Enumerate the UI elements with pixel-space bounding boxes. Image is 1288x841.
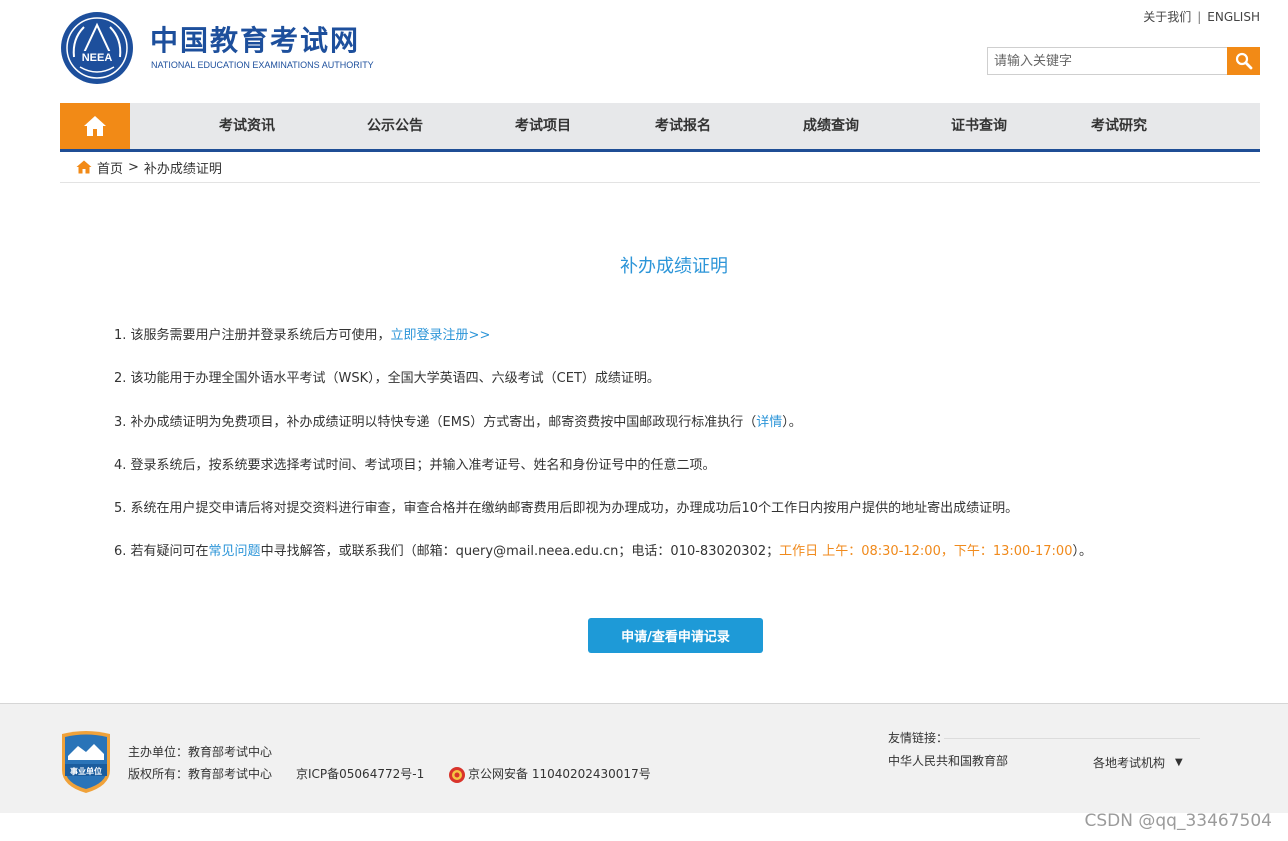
police-emblem-icon bbox=[449, 767, 465, 783]
nav-item-exam-projects[interactable]: 考试项目 bbox=[515, 103, 571, 149]
nav-item-announcements[interactable]: 公示公告 bbox=[367, 103, 423, 149]
home-icon bbox=[84, 116, 106, 136]
item-text-tail: ）。 bbox=[1072, 544, 1092, 560]
logo-text: NEEA bbox=[82, 52, 113, 64]
item-text: 5. 系统在用户提交申请后将对提交资料进行审查，审查合格并在缴纳邮寄费用后即视为… bbox=[114, 501, 1019, 517]
faq-link[interactable]: 常见问题 bbox=[209, 544, 261, 559]
breadcrumb-separator: > bbox=[128, 159, 139, 175]
item-text-contact: 中寻找解答，或联系我们（邮箱：query@mail.neea.edu.cn；电话… bbox=[260, 544, 780, 560]
item-text: 2. 该功能用于办理全国外语水平考试（WSK），全国大学英语四、六级考试（CET… bbox=[114, 371, 660, 387]
footer-police-link[interactable]: 京公网安备 11040202430017号 bbox=[468, 766, 651, 782]
search-icon bbox=[1235, 52, 1252, 70]
footer-host: 主办单位：教育部考试中心 bbox=[128, 745, 273, 759]
working-hours: 工作日 上午：08:30-12:00，下午：13:00-17:00 bbox=[779, 544, 1073, 560]
item-text: 4. 登录系统后，按系统要求选择考试时间、考试项目；并输入准考证号、姓名和身份证… bbox=[114, 457, 716, 473]
caret-down-icon: ▼ bbox=[1175, 757, 1183, 768]
details-link[interactable]: 详情 bbox=[756, 415, 782, 430]
nav-underline bbox=[60, 149, 1260, 152]
breadcrumb-divider bbox=[60, 182, 1260, 183]
apply-view-records-button[interactable]: 申请/查看申请记录 bbox=[588, 618, 763, 653]
about-us-link[interactable]: 关于我们 bbox=[1143, 9, 1191, 25]
item-text-tail: ）。 bbox=[782, 414, 802, 430]
list-item: 6. 若有疑问可在常见问题中寻找解答，或联系我们（邮箱：query@mail.n… bbox=[114, 542, 1234, 562]
nav-item-score-query[interactable]: 成绩查询 bbox=[803, 103, 859, 149]
public-institution-badge-icon[interactable]: 事业单位 bbox=[60, 730, 112, 794]
item-text: 3. 补办成绩证明为免费项目，补办成绩证明以特快专递（EMS）方式寄出，邮寄资费… bbox=[114, 414, 757, 430]
nav-item-exam-research[interactable]: 考试研究 bbox=[1091, 103, 1147, 149]
search-button[interactable] bbox=[1227, 47, 1260, 75]
friend-links-title: 友情链接： bbox=[888, 731, 949, 745]
watermark: CSDN @qq_33467504 bbox=[1084, 811, 1272, 831]
top-links: 关于我们 | ENGLISH bbox=[1143, 9, 1260, 25]
english-link[interactable]: ENGLISH bbox=[1207, 9, 1260, 25]
brand-subtitle: NATIONAL EDUCATION EXAMINATIONS AUTHORIT… bbox=[151, 60, 374, 70]
top-link-separator: | bbox=[1197, 10, 1202, 24]
item-text: 1. 该服务需要用户注册并登录系统后方可使用， bbox=[114, 328, 391, 343]
page-title: 补办成绩证明 bbox=[620, 256, 728, 277]
badge-text: 事业单位 bbox=[70, 766, 102, 776]
friend-links-divider bbox=[944, 738, 1200, 739]
nav-home-button[interactable] bbox=[60, 103, 130, 149]
footer-icp-link[interactable]: 京ICP备05064772号-1 bbox=[296, 766, 424, 782]
dropdown-label: 各地考试机构 bbox=[1093, 756, 1166, 770]
neea-logo-icon[interactable]: NEEA bbox=[60, 11, 134, 85]
instruction-list: 1. 该服务需要用户注册并登录系统后方可使用，立即登录注册>> 2. 该功能用于… bbox=[114, 326, 1234, 586]
list-item: 4. 登录系统后，按系统要求选择考试时间、考试项目；并输入准考证号、姓名和身份证… bbox=[114, 456, 1234, 476]
local-exam-agencies-dropdown[interactable]: 各地考试机构 ▼ bbox=[1093, 754, 1183, 771]
search-input[interactable] bbox=[987, 47, 1228, 75]
page: NEEA 中国教育考试网 NATIONAL EDUCATION EXAMINAT… bbox=[0, 0, 1288, 841]
footer: 事业单位 主办单位：教育部考试中心 版权所有：教育部考试中心 京ICP备0506… bbox=[0, 703, 1288, 813]
nav-item-registration[interactable]: 考试报名 bbox=[655, 103, 711, 149]
nav-item-certificate-query[interactable]: 证书查询 bbox=[951, 103, 1007, 149]
list-item: 1. 该服务需要用户注册并登录系统后方可使用，立即登录注册>> bbox=[114, 326, 1234, 346]
breadcrumb: 首页 > 补办成绩证明 bbox=[76, 158, 222, 177]
list-item: 3. 补办成绩证明为免费项目，补办成绩证明以特快专递（EMS）方式寄出，邮寄资费… bbox=[114, 413, 1234, 433]
item-text: 6. 若有疑问可在 bbox=[114, 544, 209, 560]
breadcrumb-home-link[interactable]: 首页 bbox=[97, 158, 123, 177]
brand-title[interactable]: 中国教育考试网 bbox=[150, 24, 360, 58]
main-nav: 考试资讯 公示公告 考试项目 考试报名 成绩查询 证书查询 考试研究 bbox=[60, 103, 1260, 149]
list-item: 5. 系统在用户提交申请后将对提交资料进行审查，审查合格并在缴纳邮寄费用后即视为… bbox=[114, 499, 1234, 519]
breadcrumb-home-icon bbox=[76, 160, 92, 174]
friend-link-moe[interactable]: 中华人民共和国教育部 bbox=[888, 753, 1008, 769]
footer-copyright: 版权所有：教育部考试中心 bbox=[128, 767, 273, 781]
login-register-link[interactable]: 立即登录注册>> bbox=[391, 328, 491, 343]
list-item: 2. 该功能用于办理全国外语水平考试（WSK），全国大学英语四、六级考试（CET… bbox=[114, 369, 1234, 389]
breadcrumb-current: 补办成绩证明 bbox=[143, 161, 222, 177]
search-bar bbox=[987, 47, 1260, 75]
nav-item-exam-news[interactable]: 考试资讯 bbox=[219, 103, 275, 149]
